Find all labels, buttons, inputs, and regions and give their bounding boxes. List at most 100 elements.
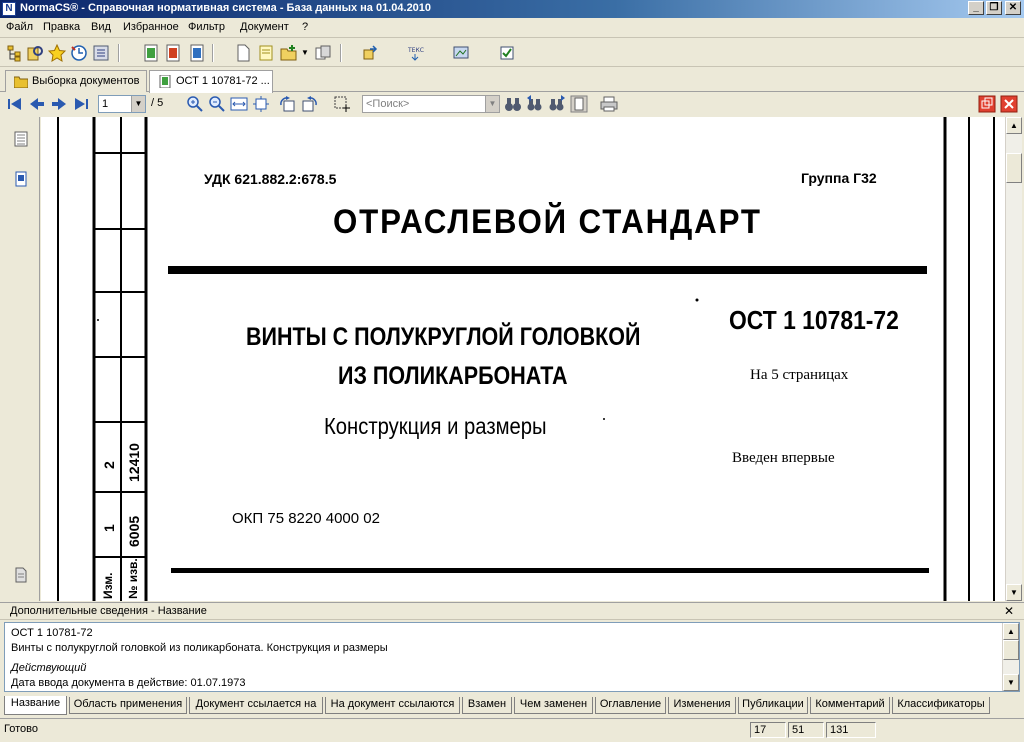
margin-header-notice: № изв. <box>126 558 140 599</box>
tab-replaces[interactable]: Взамен <box>462 697 512 714</box>
settings-list-icon[interactable] <box>92 44 110 62</box>
scroll-up-button[interactable]: ▲ <box>1006 117 1022 134</box>
scroll-down-button[interactable]: ▼ <box>1006 584 1022 601</box>
menu-view[interactable]: Вид <box>91 21 111 33</box>
scroll-down-button[interactable]: ▼ <box>1003 674 1019 691</box>
margin-notice-6005: 6005 <box>126 515 142 547</box>
copy-icon[interactable] <box>314 44 332 62</box>
menu-favorites[interactable]: Избранное <box>123 21 179 33</box>
search-input[interactable]: <Поиск> ▼ <box>362 95 500 113</box>
text-icon[interactable]: ТЕКСТ <box>406 44 424 62</box>
contents-list-icon[interactable] <box>13 131 29 147</box>
last-page-icon[interactable] <box>72 95 90 113</box>
tab-name[interactable]: Название <box>4 696 67 715</box>
print-icon[interactable] <box>600 95 618 113</box>
export-icon[interactable] <box>362 44 380 62</box>
scanned-page-frame <box>57 117 995 601</box>
tab-references-to[interactable]: Документ ссылается на <box>189 697 323 714</box>
first-page-icon[interactable] <box>6 95 24 113</box>
app-icon: N <box>2 2 16 16</box>
tab-comment[interactable]: Комментарий <box>810 697 890 714</box>
menu-document[interactable]: Документ <box>240 21 289 33</box>
title-bar: N NormaCS® - Справочная нормативная сист… <box>0 0 1024 18</box>
fit-page-icon[interactable] <box>252 95 270 113</box>
status-cell-3: 131 <box>826 722 876 738</box>
page-thumbnail-icon[interactable] <box>13 567 29 583</box>
close-icon[interactable]: ✕ <box>1004 604 1014 618</box>
menu-edit[interactable]: Правка <box>43 21 80 33</box>
search-docs-icon[interactable] <box>26 44 44 62</box>
tab-classifiers[interactable]: Классификаторы <box>892 697 990 714</box>
doc-heading: ОТРАСЛЕВОЙ СТАНДАРТ <box>333 203 762 241</box>
select-area-icon[interactable] <box>333 95 351 113</box>
document-viewer[interactable]: УДК 621.882.2:678.5 Группа Г32 ОТРАСЛЕВО… <box>41 117 1005 601</box>
main-toolbar: ▼ ТЕКСТ <box>0 39 1024 67</box>
close-button[interactable]: ✕ <box>1005 1 1021 15</box>
find-binoculars-icon[interactable] <box>504 95 522 113</box>
zoom-in-icon[interactable] <box>186 95 204 113</box>
bookmark-icon[interactable] <box>13 171 29 187</box>
fit-width-icon[interactable] <box>230 95 248 113</box>
tab-replaced-by[interactable]: Чем заменен <box>514 697 593 714</box>
chevron-down-icon[interactable]: ▼ <box>131 96 145 112</box>
margin-notice-12410: 12410 <box>126 443 142 482</box>
menu-help[interactable]: ? <box>302 21 308 33</box>
svg-text:ТЕКСТ: ТЕКСТ <box>407 47 424 54</box>
minimize-button[interactable]: _ <box>968 1 984 15</box>
info-panel-body: ОСТ 1 10781-72 Винты с полукруглой голов… <box>4 622 1020 692</box>
tree-icon[interactable] <box>6 44 24 62</box>
find-prev-icon[interactable] <box>526 95 544 113</box>
doc-okp: ОКП 75 8220 4000 02 <box>232 510 380 527</box>
history-icon[interactable] <box>70 44 88 62</box>
next-page-icon[interactable] <box>50 95 68 113</box>
menu-filter[interactable]: Фильтр <box>188 21 225 33</box>
page-icon[interactable] <box>234 44 252 62</box>
scroll-up-button[interactable]: ▲ <box>1003 623 1019 640</box>
note-icon[interactable] <box>257 44 275 62</box>
info-scrollbar[interactable]: ▲ ▼ <box>1002 623 1019 691</box>
doc-introduced: Введен впервые <box>732 450 835 466</box>
doc-code: ОСТ 1 10781-72 <box>729 305 899 335</box>
tab-contents[interactable]: Оглавление <box>595 697 666 714</box>
doc-group: Группа Г32 <box>801 170 877 186</box>
doc-view-icon[interactable] <box>570 95 588 113</box>
info-date: Дата ввода документа в действие: 01.07.1… <box>11 677 246 689</box>
tab-referenced-by[interactable]: На документ ссылаются <box>325 697 460 714</box>
doc-udk: УДК 621.882.2:678.5 <box>204 171 337 187</box>
tab-scope[interactable]: Область применения <box>69 697 187 714</box>
prev-page-icon[interactable] <box>28 95 46 113</box>
folder-add-icon[interactable] <box>280 44 298 62</box>
rotate-right-icon[interactable] <box>301 95 319 113</box>
menu-file[interactable]: Файл <box>6 21 33 33</box>
folder-icon <box>14 76 28 88</box>
scroll-thumb[interactable] <box>1006 153 1022 183</box>
viewer-scrollbar[interactable]: ▲ ▼ <box>1005 117 1022 601</box>
margin-header-rev: Изм. <box>101 572 115 599</box>
zoom-out-icon[interactable] <box>208 95 226 113</box>
favorites-star-icon[interactable] <box>48 44 66 62</box>
doc-red-icon[interactable] <box>164 44 182 62</box>
rotate-left-icon[interactable] <box>278 95 296 113</box>
scroll-thumb[interactable] <box>1003 640 1019 660</box>
image-icon[interactable] <box>452 44 470 62</box>
info-name: Винты с полукруглой головкой из поликарб… <box>11 642 388 654</box>
page-number-select[interactable]: 1 ▼ <box>98 95 146 113</box>
info-status: Действующий <box>11 662 87 674</box>
doc-green-icon[interactable] <box>142 44 160 62</box>
close-doc-icon[interactable] <box>1000 95 1018 113</box>
info-panel-title: Дополнительные сведения - Название <box>10 605 207 617</box>
doc-blue-icon[interactable] <box>188 44 206 62</box>
tab-ost-document[interactable]: ОСТ 1 10781-72 ... <box>149 70 273 93</box>
chevron-down-icon[interactable]: ▼ <box>485 96 499 112</box>
doc-title-line1: ВИНТЫ С ПОЛУКРУГЛОЙ ГОЛОВКОЙ <box>246 323 641 351</box>
tab-changes[interactable]: Изменения <box>668 697 736 714</box>
tab-publications[interactable]: Публикации <box>738 697 808 714</box>
check-icon[interactable] <box>498 44 516 62</box>
maximize-button[interactable]: ❐ <box>986 1 1002 15</box>
tab-document-selection[interactable]: Выборка документов <box>5 70 147 92</box>
info-panel-header: Дополнительные сведения - Название ✕ <box>0 602 1024 620</box>
find-next-icon[interactable] <box>548 95 566 113</box>
dropdown-arrow-icon[interactable]: ▼ <box>301 48 309 57</box>
restore-doc-icon[interactable] <box>978 95 996 113</box>
status-bar: Готово 17 51 131 <box>0 718 1024 742</box>
